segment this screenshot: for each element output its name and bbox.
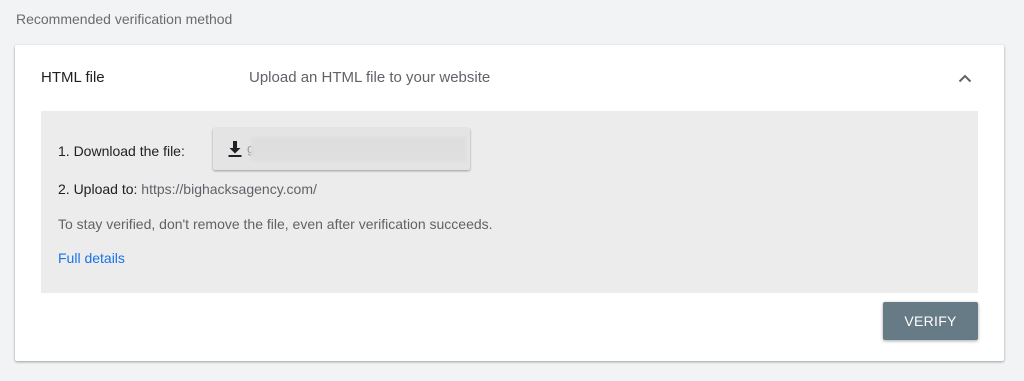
verification-note: To stay verified, don't remove the file,…	[58, 216, 493, 232]
upload-step-label: 2. Upload to:	[58, 181, 138, 197]
collapse-button[interactable]	[952, 65, 978, 91]
verification-method-card: HTML file Upload an HTML file to your we…	[15, 45, 1004, 361]
download-file-button[interactable]: g	[213, 128, 470, 170]
download-icon	[228, 141, 242, 157]
method-title: HTML file	[41, 69, 105, 86]
chevron-up-icon	[958, 74, 972, 82]
method-description: Upload an HTML file to your website	[249, 69, 491, 86]
section-heading: Recommended verification method	[16, 11, 233, 27]
upload-step: 2. Upload to: https://bighacksagency.com…	[58, 181, 317, 197]
upload-url: https://bighacksagency.com/	[141, 181, 317, 197]
download-step-label: 1. Download the file:	[58, 143, 185, 159]
full-details-link[interactable]: Full details	[58, 250, 125, 266]
verify-button[interactable]: VERIFY	[883, 302, 978, 340]
instructions-panel: 1. Download the file: g 2. Upload to: ht…	[41, 111, 978, 293]
redacted-filename	[251, 137, 466, 161]
